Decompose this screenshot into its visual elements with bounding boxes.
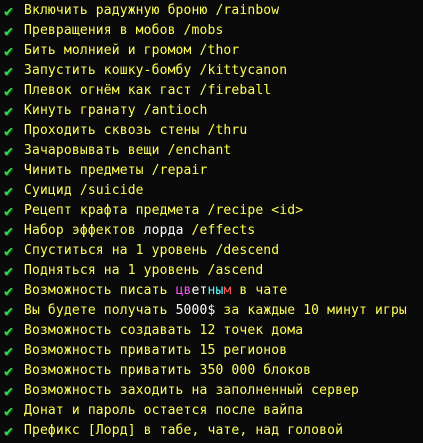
check-icon: ✔: [4, 282, 14, 300]
perk-row: ✔ Возможность приватить 15 регионов: [0, 341, 423, 361]
perk-row: ✔ Возможность писать цветным в чате: [0, 281, 423, 301]
rainbow-segment: ны: [207, 283, 224, 298]
check-icon: ✔: [4, 362, 14, 380]
perk-row: ✔ Подняться на 1 уровень /ascend: [0, 261, 423, 281]
perk-text-pre: Возможность писать: [24, 283, 176, 298]
perk-highlight: 5000$: [175, 303, 216, 318]
check-icon: ✔: [4, 202, 14, 220]
perk-text: Плевок огнём как гаст /fireball: [24, 83, 272, 98]
perk-text: Вы будете получать 5000$ за каждые 10 ми…: [24, 301, 407, 321]
perk-text: Чинить предметы /repair: [24, 163, 208, 178]
rainbow-segment: цв: [175, 283, 192, 298]
perk-text: Зачаровывать вещи /enchant: [24, 143, 232, 158]
perk-row: ✔ Префикс [Лорд] в табе, чате, над голов…: [0, 421, 423, 441]
perk-row: ✔ Возможность создавать 12 точек дома: [0, 321, 423, 341]
perk-text-post: за каждые 10 минут игры: [215, 303, 407, 318]
check-icon: ✔: [4, 342, 14, 360]
perk-text: Проходить сквозь стены /thru: [24, 123, 248, 138]
perk-text: Суицид /suicide: [24, 183, 144, 198]
check-icon: ✔: [4, 242, 14, 260]
check-icon: ✔: [4, 402, 14, 420]
check-icon: ✔: [4, 82, 14, 100]
perk-highlight: лорда: [143, 223, 184, 238]
perks-list: ✔ Включить радужную броню /rainbow ✔ Пре…: [0, 0, 423, 443]
perk-row: ✔ Бить молнией и громом /thor: [0, 41, 423, 61]
perk-row: ✔ Плевок огнём как гаст /fireball: [0, 81, 423, 101]
check-icon: ✔: [4, 62, 14, 80]
perk-text: Бить молнией и громом /thor: [24, 43, 240, 58]
perk-row: ✔ Спуститься на 1 уровень /descend: [0, 241, 423, 261]
perk-text: Возможность заходить на заполненный серв…: [24, 383, 360, 398]
perk-text: Рецепт крафта предмета /recipe <id>: [24, 203, 304, 218]
perk-text: Запустить кошку-бомбу /kittycanon: [24, 63, 288, 78]
perk-text: Превращения в мобов /mobs: [24, 23, 224, 38]
perk-row: ✔ Донат и пароль остается после вайпа: [0, 401, 423, 421]
perk-text-post: в чате: [231, 283, 288, 298]
check-icon: ✔: [4, 42, 14, 60]
perk-row: ✔ Рецепт крафта предмета /recipe <id>: [0, 201, 423, 221]
perk-text: Возможность писать цветным в чате: [24, 281, 287, 301]
check-icon: ✔: [4, 222, 14, 240]
check-icon: ✔: [4, 162, 14, 180]
check-icon: ✔: [4, 22, 14, 40]
perk-row: ✔ Превращения в мобов /mobs: [0, 21, 423, 41]
perk-text-pre: Вы будете получать: [24, 303, 176, 318]
perk-text: Кинуть гранату /antioch: [24, 103, 208, 118]
perk-text: Спуститься на 1 уровень /descend: [24, 243, 280, 258]
check-icon: ✔: [4, 2, 14, 20]
check-icon: ✔: [4, 262, 14, 280]
check-icon: ✔: [4, 182, 14, 200]
check-icon: ✔: [4, 302, 14, 320]
perk-text: Включить радужную броню /rainbow: [24, 3, 280, 18]
perk-row: ✔ Вы будете получать 5000$ за каждые 10 …: [0, 301, 423, 321]
perk-row: ✔ Проходить сквозь стены /thru: [0, 121, 423, 141]
perk-row: ✔ Чинить предметы /repair: [0, 161, 423, 181]
rainbow-segment: ет: [191, 283, 208, 298]
perk-text: Возможность приватить 350 000 блоков: [24, 363, 312, 378]
perk-text: Возможность создавать 12 точек дома: [24, 323, 304, 338]
perk-text-post: /effects: [183, 223, 256, 238]
perk-text: Префикс [Лорд] в табе, чате, над головой: [24, 423, 344, 438]
perk-row: ✔ Набор эффектов лорда /effects: [0, 221, 423, 241]
check-icon: ✔: [4, 122, 14, 140]
perk-text: Подняться на 1 уровень /ascend: [24, 263, 264, 278]
perk-text: Возможность приватить 15 регионов: [24, 343, 288, 358]
perk-row: ✔ Суицид /suicide: [0, 181, 423, 201]
perk-text: Донат и пароль остается после вайпа: [24, 403, 304, 418]
perk-row: ✔ Запустить кошку-бомбу /kittycanon: [0, 61, 423, 81]
check-icon: ✔: [4, 322, 14, 340]
perk-row: ✔ Возможность приватить 350 000 блоков: [0, 361, 423, 381]
check-icon: ✔: [4, 382, 14, 400]
check-icon: ✔: [4, 102, 14, 120]
perk-text-pre: Набор эффектов: [24, 223, 144, 238]
check-icon: ✔: [4, 422, 14, 440]
perk-text: Набор эффектов лорда /effects: [24, 221, 255, 241]
check-icon: ✔: [4, 142, 14, 160]
perk-row: ✔ Кинуть гранату /antioch: [0, 101, 423, 121]
perk-row: ✔ Зачаровывать вещи /enchant: [0, 141, 423, 161]
perk-row: ✔ Возможность заходить на заполненный се…: [0, 381, 423, 401]
perk-row: ✔ Включить радужную броню /rainbow: [0, 1, 423, 21]
